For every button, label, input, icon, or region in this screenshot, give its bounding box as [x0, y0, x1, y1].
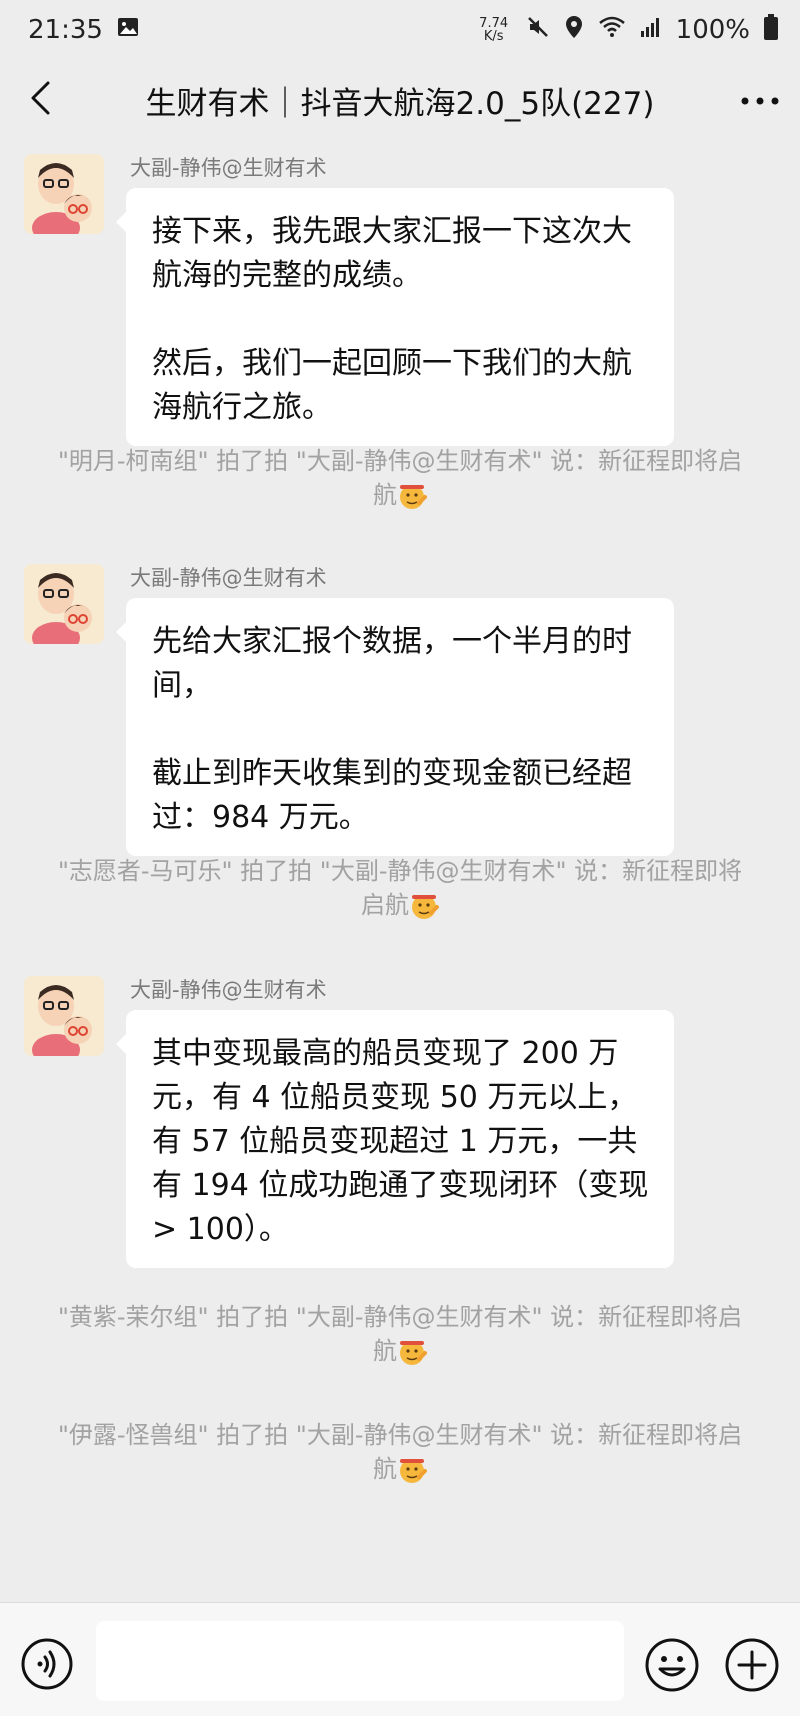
status-right: 7.74 K/s 100%	[476, 13, 778, 47]
avatar[interactable]	[24, 564, 104, 644]
avatar-illustration	[24, 564, 104, 644]
salute-face-icon	[397, 481, 427, 511]
status-bar: 21:35 7.74 K/s 100%	[0, 0, 800, 60]
net-speed: 7.74 K/s	[476, 17, 512, 43]
nav-bar: 生财有术｜抖音大航海2.0_5队(227)	[0, 60, 800, 140]
message-bubble[interactable]: 接下来，我先跟大家汇报一下这次大航海的完整的成绩。 然后，我们一起回顾一下我们的…	[116, 188, 674, 446]
sender-name: 大副-静伟@生财有术	[130, 156, 327, 180]
message-bubble[interactable]: 先给大家汇报个数据，一个半月的时间， 截止到昨天收集到的变现金额已经超过：984…	[116, 598, 674, 856]
system-notice-text: "志愿者-马可乐" 拍了拍 "大副-静伟@生财有术" 说：新征程即将启航	[57, 857, 743, 919]
salute-face-icon	[397, 1337, 427, 1367]
more-dots-icon	[740, 91, 780, 110]
message-text: 然后，我们一起回顾一下我们的大航海航行之旅。	[152, 346, 632, 425]
input-bar	[0, 1602, 800, 1716]
avatar[interactable]	[24, 976, 104, 1056]
status-left: 21:35	[28, 15, 139, 45]
system-notice: "明月-柯南组" 拍了拍 "大副-静伟@生财有术" 说：新征程即将启航	[55, 444, 745, 512]
signal-icon	[640, 15, 662, 45]
gallery-icon	[117, 15, 139, 45]
mute-icon	[526, 15, 550, 46]
emoji-button[interactable]	[644, 1637, 700, 1693]
voice-button[interactable]	[20, 1637, 74, 1691]
salute-face-icon	[409, 891, 439, 921]
more-button[interactable]	[720, 60, 800, 140]
salute-face-icon	[397, 1455, 427, 1485]
status-time: 21:35	[28, 15, 103, 45]
message-text: 其中变现最高的船员变现了 200 万元，有 4 位船员变现 50 万元以上，有 …	[152, 1036, 649, 1247]
battery-icon	[764, 13, 778, 47]
location-icon	[564, 15, 584, 46]
chevron-left-icon	[28, 80, 52, 120]
system-notice: "志愿者-马可乐" 拍了拍 "大副-静伟@生财有术" 说：新征程即将启航	[55, 854, 745, 922]
avatar[interactable]	[24, 154, 104, 234]
back-button[interactable]	[0, 60, 80, 140]
avatar-illustration	[24, 976, 104, 1056]
chat-title: 生财有术｜抖音大航海2.0_5队(227)	[145, 85, 655, 122]
plus-button[interactable]	[724, 1637, 780, 1693]
message-bubble[interactable]: 其中变现最高的船员变现了 200 万元，有 4 位船员变现 50 万元以上，有 …	[116, 1010, 674, 1268]
chat-area[interactable]: 大副-静伟@生财有术 接下来，我先跟大家汇报一下这次大航海的完整的成绩。 然后，…	[0, 140, 800, 1602]
message-text: 接下来，我先跟大家汇报一下这次大航海的完整的成绩。	[152, 214, 632, 293]
message-input[interactable]	[96, 1621, 624, 1701]
sender-name: 大副-静伟@生财有术	[130, 978, 327, 1002]
plus-icon	[724, 1638, 780, 1697]
message-text: 先给大家汇报个数据，一个半月的时间，	[152, 624, 632, 703]
net-speed-unit: K/s	[483, 29, 504, 44]
wifi-icon	[598, 15, 626, 46]
avatar-illustration	[24, 154, 104, 234]
emoji-icon	[644, 1638, 700, 1697]
voice-icon	[20, 1638, 74, 1695]
system-notice: "黄紫-茉尔组" 拍了拍 "大副-静伟@生财有术" 说：新征程即将启航	[55, 1300, 745, 1368]
sender-name: 大副-静伟@生财有术	[130, 566, 327, 590]
battery-percent: 100%	[675, 15, 750, 45]
message-text: 截止到昨天收集到的变现金额已经超过：984 万元。	[152, 756, 632, 835]
system-notice: "伊露-怪兽组" 拍了拍 "大副-静伟@生财有术" 说：新征程即将启航	[55, 1418, 745, 1486]
